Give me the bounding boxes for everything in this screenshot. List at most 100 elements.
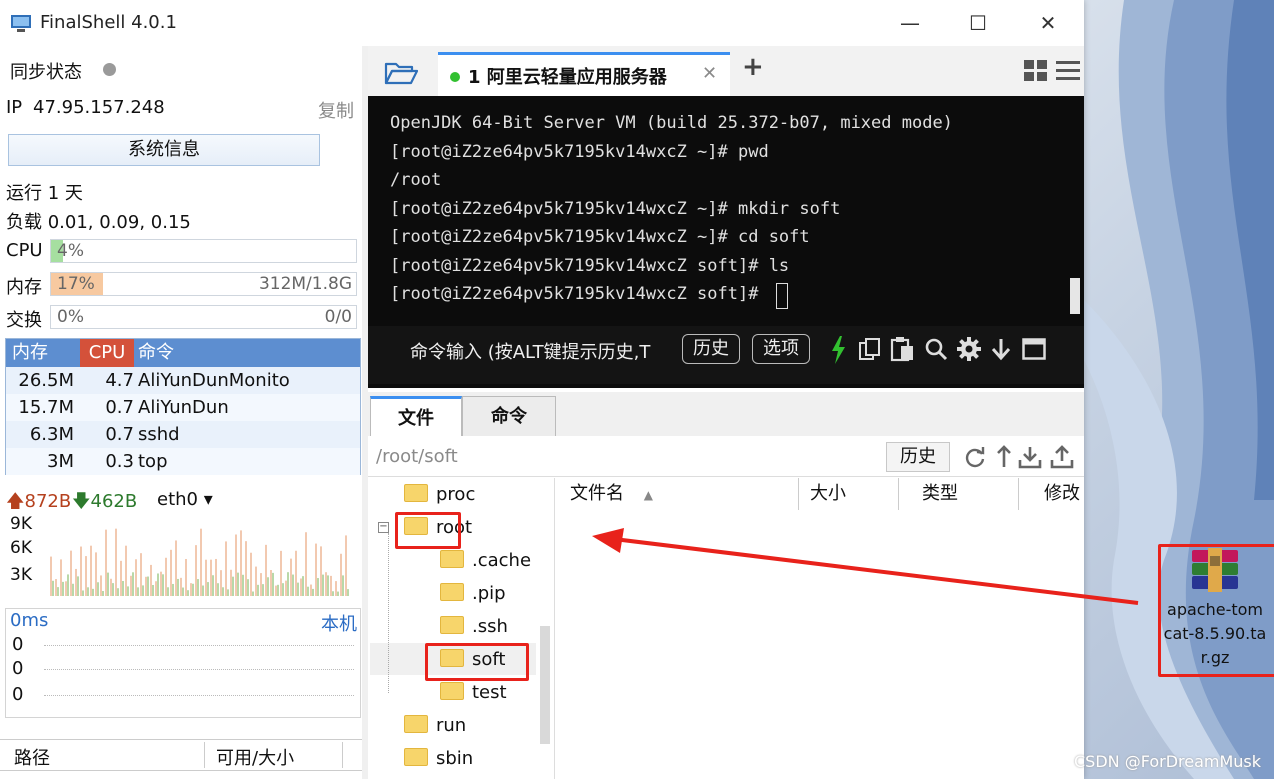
- annotation-box-soft: [425, 643, 529, 681]
- column-divider: [204, 742, 205, 768]
- command-column-header[interactable]: 命令: [138, 339, 174, 367]
- download-traffic-bar: [82, 590, 84, 596]
- copy-ip-button[interactable]: 复制: [318, 97, 354, 123]
- refresh-icon[interactable]: [964, 446, 986, 468]
- table-row[interactable]: 6.3M 0.7 sshd: [6, 421, 360, 448]
- cpu-column-header[interactable]: CPU: [80, 339, 134, 367]
- path-bar: /root/soft 历史: [368, 436, 1084, 477]
- arrow-down-icon[interactable]: [990, 337, 1012, 361]
- tree-scrollbar[interactable]: [540, 626, 550, 744]
- latency-tick: 0: [12, 658, 24, 679]
- maximize-button[interactable]: ☐: [958, 8, 998, 38]
- download-traffic-bar: [237, 572, 239, 596]
- gear-icon[interactable]: [956, 336, 982, 362]
- mem-column-header[interactable]: 内存: [12, 339, 48, 367]
- collapse-icon[interactable]: −: [378, 522, 389, 533]
- net-interface-select[interactable]: eth0 ▾: [157, 489, 213, 510]
- system-info-button[interactable]: 系统信息: [8, 134, 320, 166]
- available-column-header[interactable]: 可用/大小: [216, 744, 294, 770]
- upload-traffic-bar: [100, 575, 102, 596]
- current-path-input[interactable]: /root/soft: [376, 446, 458, 467]
- upload-traffic-bar: [190, 583, 192, 596]
- path-history-button[interactable]: 历史: [886, 442, 950, 472]
- download-traffic-bar: [152, 584, 154, 596]
- close-tab-icon[interactable]: ✕: [702, 63, 717, 84]
- upload-traffic-bar: [310, 584, 312, 596]
- tree-node-ssh[interactable]: .ssh: [440, 612, 508, 642]
- download-icon[interactable]: [1018, 445, 1042, 469]
- upload-traffic-bar: [325, 572, 327, 596]
- close-button[interactable]: ✕: [1028, 8, 1068, 38]
- paste-icon[interactable]: [890, 336, 916, 362]
- maximize-terminal-icon[interactable]: [1022, 338, 1046, 360]
- arrow-up-icon[interactable]: [996, 445, 1012, 469]
- tree-node-cache[interactable]: .cache: [440, 546, 531, 576]
- download-traffic-bar: [312, 588, 314, 596]
- download-traffic-bar: [117, 588, 119, 596]
- upload-traffic-bar: [300, 578, 302, 596]
- command-input[interactable]: 命令输入 (按ALT键提示历史,T: [410, 338, 650, 364]
- net-download-value: 462B: [90, 491, 138, 512]
- search-icon[interactable]: [924, 337, 948, 361]
- history-button[interactable]: 历史: [682, 334, 740, 364]
- tree-node-label: .cache: [472, 550, 532, 571]
- upload-traffic-bar: [335, 581, 337, 596]
- tree-node-run[interactable]: run: [404, 711, 466, 741]
- upload-traffic-bar: [215, 558, 217, 596]
- folder-icon: [440, 682, 464, 700]
- size-column-header[interactable]: 大小: [798, 478, 899, 510]
- upload-traffic-bar: [255, 566, 257, 596]
- table-row[interactable]: 15.7M 0.7 AliYunDun: [6, 394, 360, 421]
- tab-commands[interactable]: 命令: [462, 396, 556, 437]
- download-traffic-bar: [282, 583, 284, 596]
- tree-node-sbin[interactable]: sbin: [404, 744, 473, 774]
- tree-guide-line: [388, 533, 389, 693]
- download-traffic-bar: [137, 587, 139, 596]
- upload-icon[interactable]: [1050, 445, 1074, 469]
- menu-icon[interactable]: [1056, 61, 1080, 81]
- upload-traffic-bar: [120, 560, 122, 596]
- terminal-line: [root@iZ2ze64pv5k7195kv14wxcZ soft]#: [390, 284, 769, 304]
- tree-node-test[interactable]: test: [440, 678, 507, 708]
- latency-target[interactable]: 本机: [321, 610, 357, 636]
- table-row[interactable]: 3M 0.3 top: [6, 448, 360, 475]
- filename-column-header[interactable]: 文件名 ▲: [558, 478, 799, 510]
- download-traffic-bar: [197, 579, 199, 596]
- upload-traffic-bar: [330, 575, 332, 596]
- options-button[interactable]: 选项: [752, 334, 810, 364]
- upload-traffic-bar: [150, 564, 152, 596]
- add-session-button[interactable]: +: [742, 52, 764, 82]
- terminal-scrollbar[interactable]: [1070, 278, 1080, 314]
- grid-layout-icon[interactable]: [1024, 60, 1048, 82]
- download-traffic-bar: [317, 578, 319, 596]
- folder-open-icon[interactable]: [384, 58, 418, 86]
- folder-icon: [404, 484, 428, 502]
- copy-icon[interactable]: [858, 337, 882, 361]
- download-traffic-bar: [292, 574, 294, 596]
- download-traffic-bar: [147, 576, 149, 596]
- sort-ascending-icon: ▲: [643, 488, 653, 502]
- upload-traffic-bar: [185, 558, 187, 596]
- upload-traffic-bar: [55, 579, 57, 596]
- lightning-icon[interactable]: [830, 336, 846, 364]
- tab-files[interactable]: 文件: [370, 396, 462, 439]
- column-divider: [342, 742, 343, 768]
- latency-tick: 0: [12, 684, 24, 705]
- terminal-line: /root: [390, 170, 442, 190]
- download-traffic-bar: [67, 574, 69, 596]
- type-column-header[interactable]: 类型: [910, 478, 1019, 510]
- session-tab[interactable]: 1 阿里云轻量应用服务器 ✕: [438, 52, 730, 99]
- upload-traffic-bar: [50, 556, 52, 596]
- tree-node-proc[interactable]: proc: [404, 480, 475, 510]
- file-list[interactable]: 文件名 ▲ 大小 类型 修改: [558, 478, 1084, 779]
- process-table[interactable]: 内存 CPU 命令 26.5M 4.7 AliYunDunMonito 15.7…: [5, 338, 361, 475]
- table-row[interactable]: 26.5M 4.7 AliYunDunMonito: [6, 367, 360, 394]
- download-traffic-bar: [307, 586, 309, 596]
- path-column-header[interactable]: 路径: [14, 744, 50, 770]
- modified-column-header[interactable]: 修改: [1032, 478, 1104, 510]
- minimize-button[interactable]: —: [890, 8, 930, 38]
- upload-traffic-bar: [315, 543, 317, 596]
- tree-node-pip[interactable]: .pip: [440, 579, 506, 609]
- download-traffic-bar: [132, 572, 134, 596]
- swap-label: 交换: [6, 310, 42, 331]
